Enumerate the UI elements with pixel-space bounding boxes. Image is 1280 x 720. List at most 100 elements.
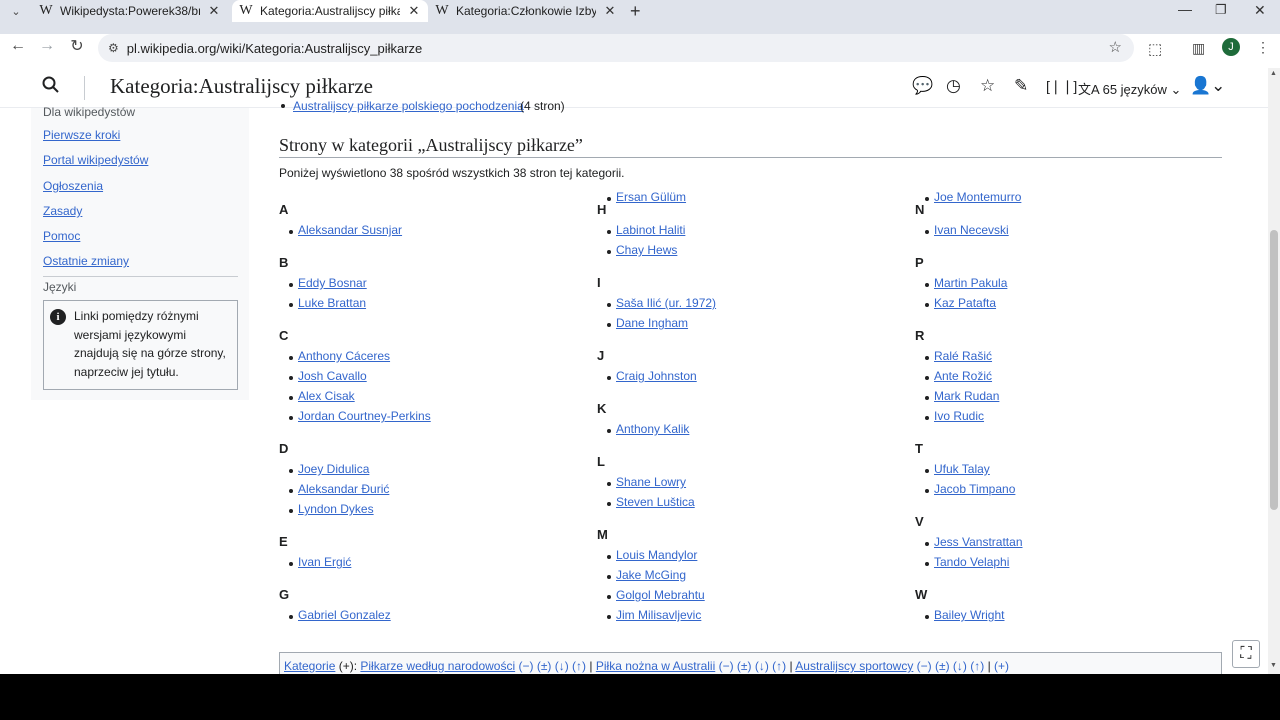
category-page-link[interactable]: Golgol Mebrahtu bbox=[616, 588, 705, 602]
category-page-link[interactable]: Gabriel Gonzalez bbox=[298, 608, 391, 622]
user-menu-icon[interactable]: 👤⌄ bbox=[1190, 76, 1225, 96]
category-page-link[interactable]: Aleksandar Susnjar bbox=[298, 223, 402, 237]
extensions-icon[interactable]: ⬚ bbox=[1148, 40, 1162, 58]
category-page-link[interactable]: Aleksandar Đurić bbox=[298, 482, 389, 496]
category-page-link[interactable]: Jordan Courtney-Perkins bbox=[298, 409, 431, 423]
language-button[interactable]: 文A 65 języków ⌄ bbox=[1078, 79, 1181, 98]
tab-title: Kategoria:Członkowie Izby Rep bbox=[456, 4, 596, 18]
maximize-icon[interactable]: ❐ bbox=[1215, 2, 1227, 18]
category-page-link[interactable]: Mark Rudan bbox=[934, 389, 999, 403]
tab-2-active[interactable]: W Kategoria:Australijscy piłkarze ✕ bbox=[232, 0, 428, 22]
category-controls[interactable]: (−) (±) (↓) (↑) bbox=[917, 659, 985, 673]
category-page-link[interactable]: Lyndon Dykes bbox=[298, 502, 374, 516]
bookmark-star-icon[interactable]: ☆ bbox=[1109, 38, 1122, 56]
category-page-link[interactable]: Anthony Cáceres bbox=[298, 349, 390, 363]
close-tab-icon[interactable]: ✕ bbox=[406, 3, 422, 19]
category-page-link[interactable]: Josh Cavallo bbox=[298, 369, 367, 383]
category-controls[interactable]: (−) (±) (↓) (↑) bbox=[719, 659, 787, 673]
forward-icon[interactable]: → bbox=[33, 32, 61, 60]
category-page-link[interactable]: Bailey Wright bbox=[934, 608, 1004, 622]
category-page-link[interactable]: Ivo Rudic bbox=[934, 409, 984, 423]
categories-link[interactable]: Kategorie bbox=[284, 659, 335, 673]
scrollbar-thumb[interactable] bbox=[1270, 230, 1278, 510]
bullet bbox=[289, 416, 293, 420]
address-bar[interactable]: ⚙ pl.wikipedia.org/wiki/Kategoria:Austra… bbox=[98, 34, 1134, 62]
category-page-link[interactable]: Jacob Timpano bbox=[934, 482, 1015, 496]
add-category-control[interactable]: (+) bbox=[339, 659, 354, 673]
subcategory-link[interactable]: Australijscy piłkarze polskiego pochodze… bbox=[293, 99, 524, 113]
category-page-link[interactable]: Steven Luštica bbox=[616, 495, 695, 509]
fullscreen-button[interactable]: ⛶ bbox=[1232, 640, 1260, 668]
site-info-icon[interactable]: ⚙ bbox=[108, 41, 119, 55]
url-text[interactable]: pl.wikipedia.org/wiki/Kategoria:Australi… bbox=[127, 41, 423, 56]
bullet bbox=[925, 615, 929, 619]
sidebar-link[interactable]: Portal wikipedystów bbox=[43, 153, 148, 167]
category-link[interactable]: Piłka nożna w Australii bbox=[596, 659, 715, 673]
sidebar-link[interactable]: Ostatnie zmiany bbox=[43, 254, 129, 268]
bullet bbox=[925, 230, 929, 234]
category-link[interactable]: Piłkarze według narodowości bbox=[360, 659, 515, 673]
category-page-link[interactable]: Jess Vanstrattan bbox=[934, 535, 1023, 549]
category-page-link[interactable]: Jake McGing bbox=[616, 568, 686, 582]
side-panel-icon[interactable]: ▥ bbox=[1192, 40, 1205, 57]
scroll-down-icon[interactable]: ▼ bbox=[1270, 662, 1277, 669]
sidebar-link[interactable]: Dla wikipedystów bbox=[43, 105, 135, 119]
add-category-control[interactable]: (+) bbox=[994, 659, 1009, 673]
category-page-link[interactable]: Chay Hews bbox=[616, 243, 677, 257]
browser-menu-icon[interactable]: ⋮ bbox=[1256, 39, 1270, 56]
close-window-icon[interactable]: ✕ bbox=[1254, 2, 1266, 19]
category-page-link[interactable]: Ivan Necevski bbox=[934, 223, 1009, 237]
tab-title: Kategoria:Australijscy piłkarze bbox=[260, 4, 400, 18]
talk-icon[interactable]: 💬 bbox=[912, 76, 933, 96]
category-page-link[interactable]: Ante Rožić bbox=[934, 369, 992, 383]
category-page-link[interactable]: Shane Lowry bbox=[616, 475, 686, 489]
reload-icon[interactable]: ↻ bbox=[63, 32, 91, 60]
bullet bbox=[607, 482, 611, 486]
category-page-link[interactable]: Louis Mandylor bbox=[616, 548, 697, 562]
close-tab-icon[interactable]: ✕ bbox=[602, 3, 618, 19]
tab-1[interactable]: W Wikipedysta:Powerek38/brudno ✕ bbox=[36, 0, 222, 22]
category-page-link[interactable]: Luke Brattan bbox=[298, 296, 366, 310]
scroll-up-icon[interactable]: ▲ bbox=[1270, 70, 1277, 77]
back-icon[interactable]: ← bbox=[4, 32, 32, 60]
minimize-icon[interactable]: — bbox=[1178, 1, 1192, 17]
category-page-link[interactable]: Craig Johnston bbox=[616, 369, 697, 383]
category-page-link[interactable]: Jim Milisavljevic bbox=[616, 608, 701, 622]
watch-star-icon[interactable]: ☆ bbox=[980, 76, 995, 96]
sidebar-link[interactable]: Ogłoszenia bbox=[43, 179, 103, 193]
sidebar-link[interactable]: Pomoc bbox=[43, 229, 80, 243]
category-page-link[interactable]: Ralé Rašić bbox=[934, 349, 992, 363]
category-page-link[interactable]: Dane Ingham bbox=[616, 316, 688, 330]
category-page-link[interactable]: Martin Pakula bbox=[934, 276, 1007, 290]
category-page-link[interactable]: Tando Velaphi bbox=[934, 555, 1009, 569]
category-link[interactable]: Australijscy sportowcy bbox=[795, 659, 913, 673]
edit-pencil-icon[interactable]: ✎ bbox=[1014, 76, 1028, 96]
bullet bbox=[607, 429, 611, 433]
category-page-link[interactable]: Joe Montemurro bbox=[934, 190, 1021, 204]
category-page-link[interactable]: Alex Cisak bbox=[298, 389, 355, 403]
sidebar-link[interactable]: Pierwsze kroki bbox=[43, 128, 120, 142]
category-page-link[interactable]: Saša Ilić (ur. 1972) bbox=[616, 296, 716, 310]
search-icon[interactable] bbox=[42, 76, 60, 99]
profile-avatar[interactable]: J bbox=[1222, 38, 1240, 56]
history-icon[interactable]: ◷ bbox=[946, 76, 961, 96]
close-tab-icon[interactable]: ✕ bbox=[206, 3, 222, 19]
new-tab-icon[interactable]: + bbox=[630, 1, 641, 22]
languages-heading: Języki bbox=[43, 280, 77, 294]
category-page-link[interactable]: Ufuk Talay bbox=[934, 462, 990, 476]
bullet bbox=[289, 230, 293, 234]
category-page-link[interactable]: Kaz Patafta bbox=[934, 296, 996, 310]
category-page-link[interactable]: Labinot Haliti bbox=[616, 223, 685, 237]
category-page-link[interactable]: Joey Didulica bbox=[298, 462, 369, 476]
category-page-link[interactable]: Eddy Bosnar bbox=[298, 276, 367, 290]
category-page-link[interactable]: Ivan Ergić bbox=[298, 555, 351, 569]
subcategory-count: (4 stron) bbox=[520, 99, 565, 113]
tab-3[interactable]: W Kategoria:Członkowie Izby Rep ✕ bbox=[432, 0, 618, 22]
sidebar-link[interactable]: Zasady bbox=[43, 204, 82, 218]
tab-search-icon[interactable]: ⌄ bbox=[2, 0, 30, 25]
category-page-link[interactable]: Anthony Kalik bbox=[616, 422, 689, 436]
category-page-link[interactable]: Ersan Gülüm bbox=[616, 190, 686, 204]
page-scrollbar[interactable]: ▲ ▼ bbox=[1268, 68, 1280, 674]
category-controls[interactable]: (−) (±) (↓) (↑) bbox=[518, 659, 586, 673]
wikidata-icon[interactable]: [❘❘] bbox=[1046, 78, 1077, 95]
